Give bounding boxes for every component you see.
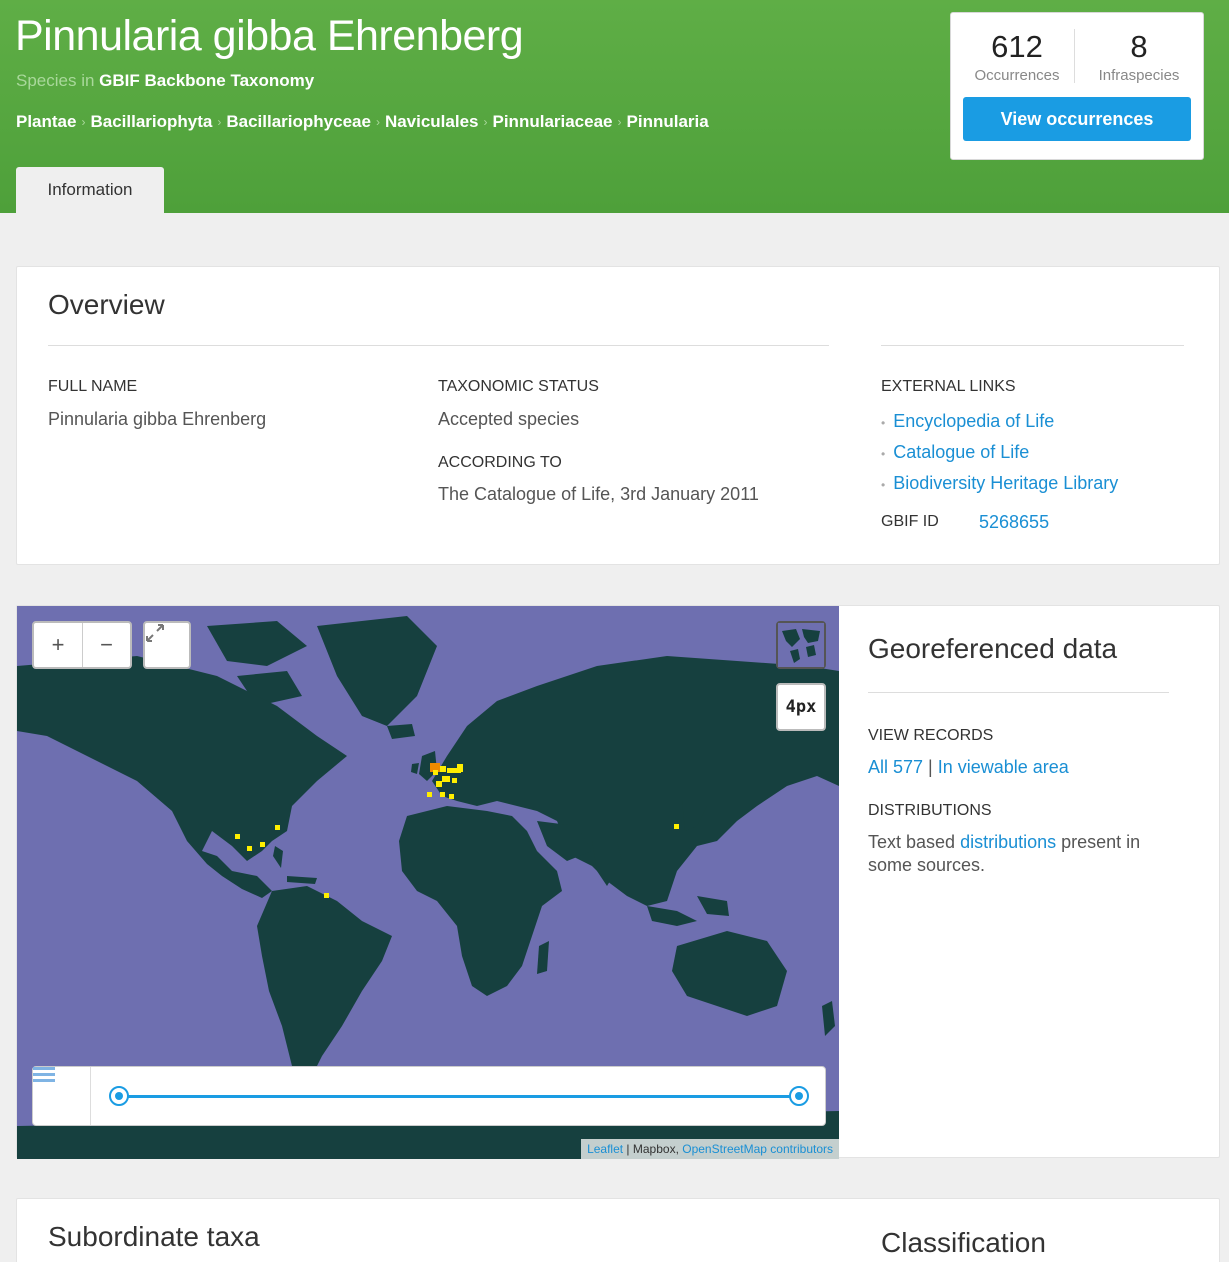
page-header: Pinnularia gibba Ehrenberg Species in GB… xyxy=(0,0,1229,213)
breadcrumb-bacillariophyceae[interactable]: Bacillariophyceae xyxy=(226,112,371,132)
slider-track[interactable] xyxy=(119,1095,801,1098)
breadcrumb-pinnularia[interactable]: Pinnularia xyxy=(627,112,709,132)
stats-card: 612 Occurrences 8 Infraspecies View occu… xyxy=(950,12,1204,160)
view-records-links: All 577 | In viewable area xyxy=(868,757,1069,778)
occurrences-stat[interactable]: 612 Occurrences xyxy=(961,29,1073,84)
infraspecies-stat[interactable]: 8 Infraspecies xyxy=(1083,29,1195,84)
external-links-label: EXTERNAL LINKS xyxy=(881,378,1016,395)
list-item: • Encyclopedia of Life xyxy=(881,407,1118,438)
distributions-link[interactable]: distributions xyxy=(960,832,1056,852)
slider-end-handle[interactable] xyxy=(789,1086,809,1106)
according-to-label: ACCORDING TO xyxy=(438,454,562,471)
infraspecies-count: 8 xyxy=(1130,29,1148,64)
map-attribution: Leaflet | Mapbox, OpenStreetMap contribu… xyxy=(581,1139,839,1159)
list-item: • Catalogue of Life xyxy=(881,438,1118,469)
page-title: Pinnularia gibba Ehrenberg xyxy=(15,12,524,60)
external-links-list: • Encyclopedia of Life • Catalogue of Life… xyxy=(881,407,1118,500)
chevron-right-icon: › xyxy=(81,115,86,129)
catalogue-of-life-link[interactable]: Catalogue of Life xyxy=(893,442,1029,462)
all-records-link[interactable]: All 577 xyxy=(868,757,923,777)
divider xyxy=(881,345,1184,346)
bullet-icon: • xyxy=(881,478,886,492)
breadcrumb-pinnulariaceae[interactable]: Pinnulariaceae xyxy=(493,112,613,132)
gbif-id-label: GBIF ID xyxy=(881,513,939,530)
breadcrumb-naviculales[interactable]: Naviculales xyxy=(385,112,479,132)
view-records-label: VIEW RECORDS xyxy=(868,727,994,744)
gbif-id-link[interactable]: 5268655 xyxy=(979,512,1049,533)
divider xyxy=(48,345,829,346)
basemap-layer-button[interactable] xyxy=(776,621,826,669)
occurrences-count: 612 xyxy=(991,29,1043,64)
viewable-area-link[interactable]: In viewable area xyxy=(938,757,1069,777)
georeferenced-heading: Georeferenced data xyxy=(868,633,1118,664)
subtitle: Species in GBIF Backbone Taxonomy xyxy=(16,71,314,91)
breadcrumb-bacillariophyta[interactable]: Bacillariophyta xyxy=(90,112,212,132)
slider-start-handle[interactable] xyxy=(109,1086,129,1106)
distributions-text: Text based distributions present in some… xyxy=(868,831,1188,877)
full-name-value: Pinnularia gibba Ehrenberg xyxy=(48,409,267,429)
fullscreen-icon xyxy=(146,624,164,642)
infraspecies-label: Infraspecies xyxy=(1098,67,1180,84)
according-to-value: The Catalogue of Life, 3rd January 2011 xyxy=(438,484,759,504)
attribution-text: | Mapbox, xyxy=(623,1142,683,1156)
bullet-icon: • xyxy=(881,416,886,430)
subtitle-prefix: Species in xyxy=(16,71,95,90)
occurrences-label: Occurrences xyxy=(974,67,1060,84)
distributions-pre: Text based xyxy=(868,832,961,852)
pixel-size-button[interactable]: 4px xyxy=(776,683,826,731)
chevron-right-icon: › xyxy=(483,115,488,129)
classification-heading: Classification xyxy=(881,1227,1046,1258)
divider xyxy=(868,692,1169,693)
breadcrumb: Plantae › Bacillariophyta › Bacillarioph… xyxy=(16,112,709,132)
fullscreen-button[interactable] xyxy=(143,621,191,669)
chevron-right-icon: › xyxy=(217,115,222,129)
list-item: • Biodiversity Heritage Library xyxy=(881,469,1118,500)
view-occurrences-button[interactable]: View occurrences xyxy=(963,97,1191,141)
backbone-taxonomy-link[interactable]: GBIF Backbone Taxonomy xyxy=(99,71,314,90)
separator: | xyxy=(923,757,938,777)
breadcrumb-plantae[interactable]: Plantae xyxy=(16,112,76,132)
menu-icon[interactable] xyxy=(33,1067,91,1125)
chevron-right-icon: › xyxy=(617,115,622,129)
osm-link[interactable]: OpenStreetMap contributors xyxy=(682,1142,833,1156)
taxa-card: Subordinate taxa Classification xyxy=(16,1198,1220,1262)
eol-link[interactable]: Encyclopedia of Life xyxy=(893,411,1054,431)
taxonomic-status-label: TAXONOMIC STATUS xyxy=(438,378,599,395)
occurrence-map[interactable]: + − 4px Leaflet | Mapbox, OpenStreetMap … xyxy=(17,606,839,1159)
zoom-control: + − xyxy=(32,621,132,669)
overview-card: Overview FULL NAME Pinnularia gibba Ehre… xyxy=(16,266,1220,565)
map-thumbnail-icon xyxy=(778,623,824,667)
zoom-out-button[interactable]: − xyxy=(82,623,130,667)
bhl-link[interactable]: Biodiversity Heritage Library xyxy=(893,473,1118,493)
year-range-slider xyxy=(32,1066,826,1126)
distributions-label: DISTRIBUTIONS xyxy=(868,802,992,819)
zoom-in-button[interactable]: + xyxy=(34,623,82,667)
subordinate-taxa-heading: Subordinate taxa xyxy=(48,1221,260,1252)
overview-heading: Overview xyxy=(48,289,165,320)
chevron-right-icon: › xyxy=(375,115,380,129)
map-card: + − 4px Leaflet | Mapbox, OpenStreetMap … xyxy=(16,605,1220,1159)
leaflet-link[interactable]: Leaflet xyxy=(587,1142,623,1156)
taxonomic-status-value: Accepted species xyxy=(438,409,580,429)
divider xyxy=(1074,29,1075,83)
bullet-icon: • xyxy=(881,447,886,461)
full-name-label: FULL NAME xyxy=(48,378,138,395)
tab-information[interactable]: Information xyxy=(16,167,164,213)
